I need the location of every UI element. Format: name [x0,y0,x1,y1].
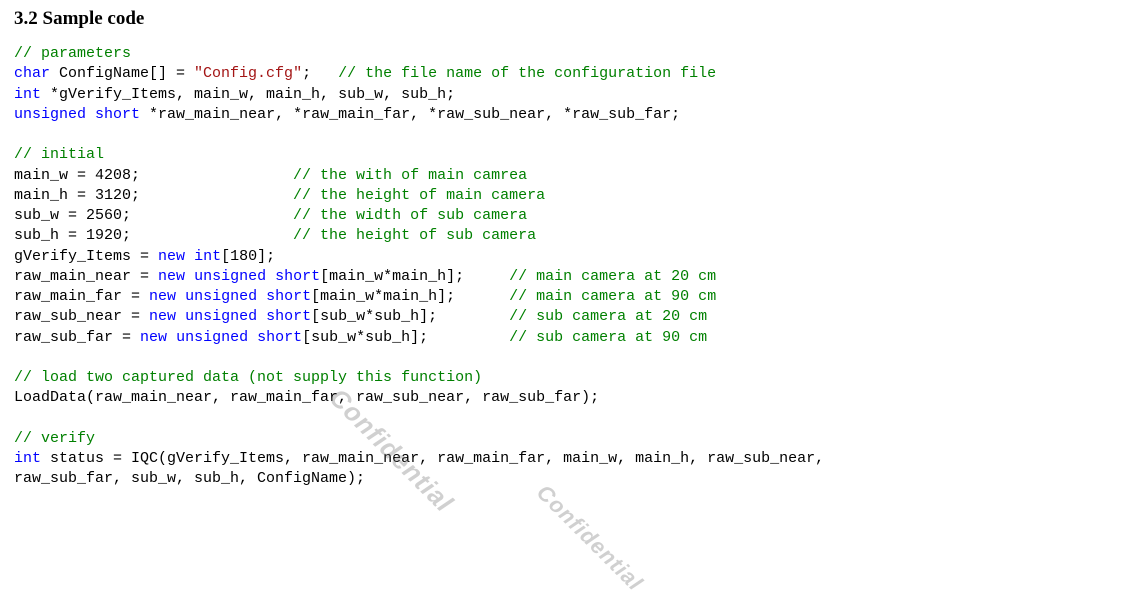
sp-rsn [176,308,185,325]
kw-unsigned: unsigned [14,106,86,123]
comment-initial: // initial [14,146,104,163]
kw-new-2: new [158,268,185,285]
comment-load: // load two captured data (not supply th… [14,369,482,386]
decl-configname-after: ; [302,65,338,82]
decl-raws: *raw_main_near, *raw_main_far, *raw_sub_… [140,106,680,123]
kw-new-5: new [140,329,167,346]
kw-new-4: new [149,308,176,325]
string-configname: "Config.cfg" [194,65,302,82]
watermark-text-2: Confidential [531,480,648,596]
assign-rsf-mid: [sub_w*sub_h]; [302,329,509,346]
comment-rsn: // sub camera at 20 cm [509,308,707,325]
kw-unsigned-2: unsigned [194,268,266,285]
assign-rmf-mid: [main_w*main_h]; [311,288,509,305]
call-loaddata: LoadData(raw_main_near, raw_main_far, ra… [14,389,599,406]
kw-int: int [14,86,41,103]
assign-rmn-mid: [main_w*main_h]; [320,268,509,285]
assign-sub-w: sub_w = 2560; [14,207,293,224]
space-us [86,106,95,123]
sp-rmn2 [266,268,275,285]
assign-gverify-sp [185,248,194,265]
kw-unsigned-4: unsigned [185,308,257,325]
sp-rsf2 [248,329,257,346]
comment-rsf: // sub camera at 90 cm [509,329,707,346]
assign-rsn-before: raw_sub_near = [14,308,149,325]
decl-gverify: *gVerify_Items, main_w, main_h, sub_w, s… [41,86,455,103]
comment-rmf: // main camera at 90 cm [509,288,716,305]
assign-rsn-mid: [sub_w*sub_h]; [311,308,509,325]
kw-short-4: short [266,308,311,325]
kw-short-3: short [266,288,311,305]
assign-gverify-br: [180]; [221,248,275,265]
decl-status-line2: raw_sub_far, sub_w, sub_h, ConfigName); [14,470,365,487]
kw-new-1: new [158,248,185,265]
sp-rsf [167,329,176,346]
kw-new-3: new [149,288,176,305]
comment-main-w: // the with of main camrea [293,167,527,184]
sp-rsn2 [257,308,266,325]
kw-short: short [95,106,140,123]
comment-verify: // verify [14,430,95,447]
decl-status: status = IQC(gVerify_Items, raw_main_nea… [41,450,824,467]
sp-rmf2 [257,288,266,305]
assign-sub-h: sub_h = 1920; [14,227,293,244]
kw-short-5: short [257,329,302,346]
kw-int-3: int [14,450,41,467]
comment-main-h: // the height of main camera [293,187,545,204]
comment-configfile: // the file name of the configuration fi… [338,65,716,82]
comment-rmn: // main camera at 20 cm [509,268,716,285]
decl-configname-before: ConfigName[] = [50,65,194,82]
comment-parameters: // parameters [14,45,131,62]
kw-int-2: int [194,248,221,265]
assign-main-w: main_w = 4208; [14,167,293,184]
comment-sub-h: // the height of sub camera [293,227,536,244]
assign-main-h: main_h = 3120; [14,187,293,204]
assign-rsf-before: raw_sub_far = [14,329,140,346]
sp-rmf [176,288,185,305]
kw-short-2: short [275,268,320,285]
assign-gverify-before: gVerify_Items = [14,248,158,265]
kw-unsigned-3: unsigned [185,288,257,305]
kw-char: char [14,65,50,82]
section-heading: 3.2 Sample code [14,8,1118,30]
comment-sub-w: // the width of sub camera [293,207,527,224]
kw-unsigned-5: unsigned [176,329,248,346]
sample-code-block: // parameters char ConfigName[] = "Confi… [14,44,1118,490]
assign-rmn-before: raw_main_near = [14,268,158,285]
assign-rmf-before: raw_main_far = [14,288,149,305]
sp-rmn [185,268,194,285]
